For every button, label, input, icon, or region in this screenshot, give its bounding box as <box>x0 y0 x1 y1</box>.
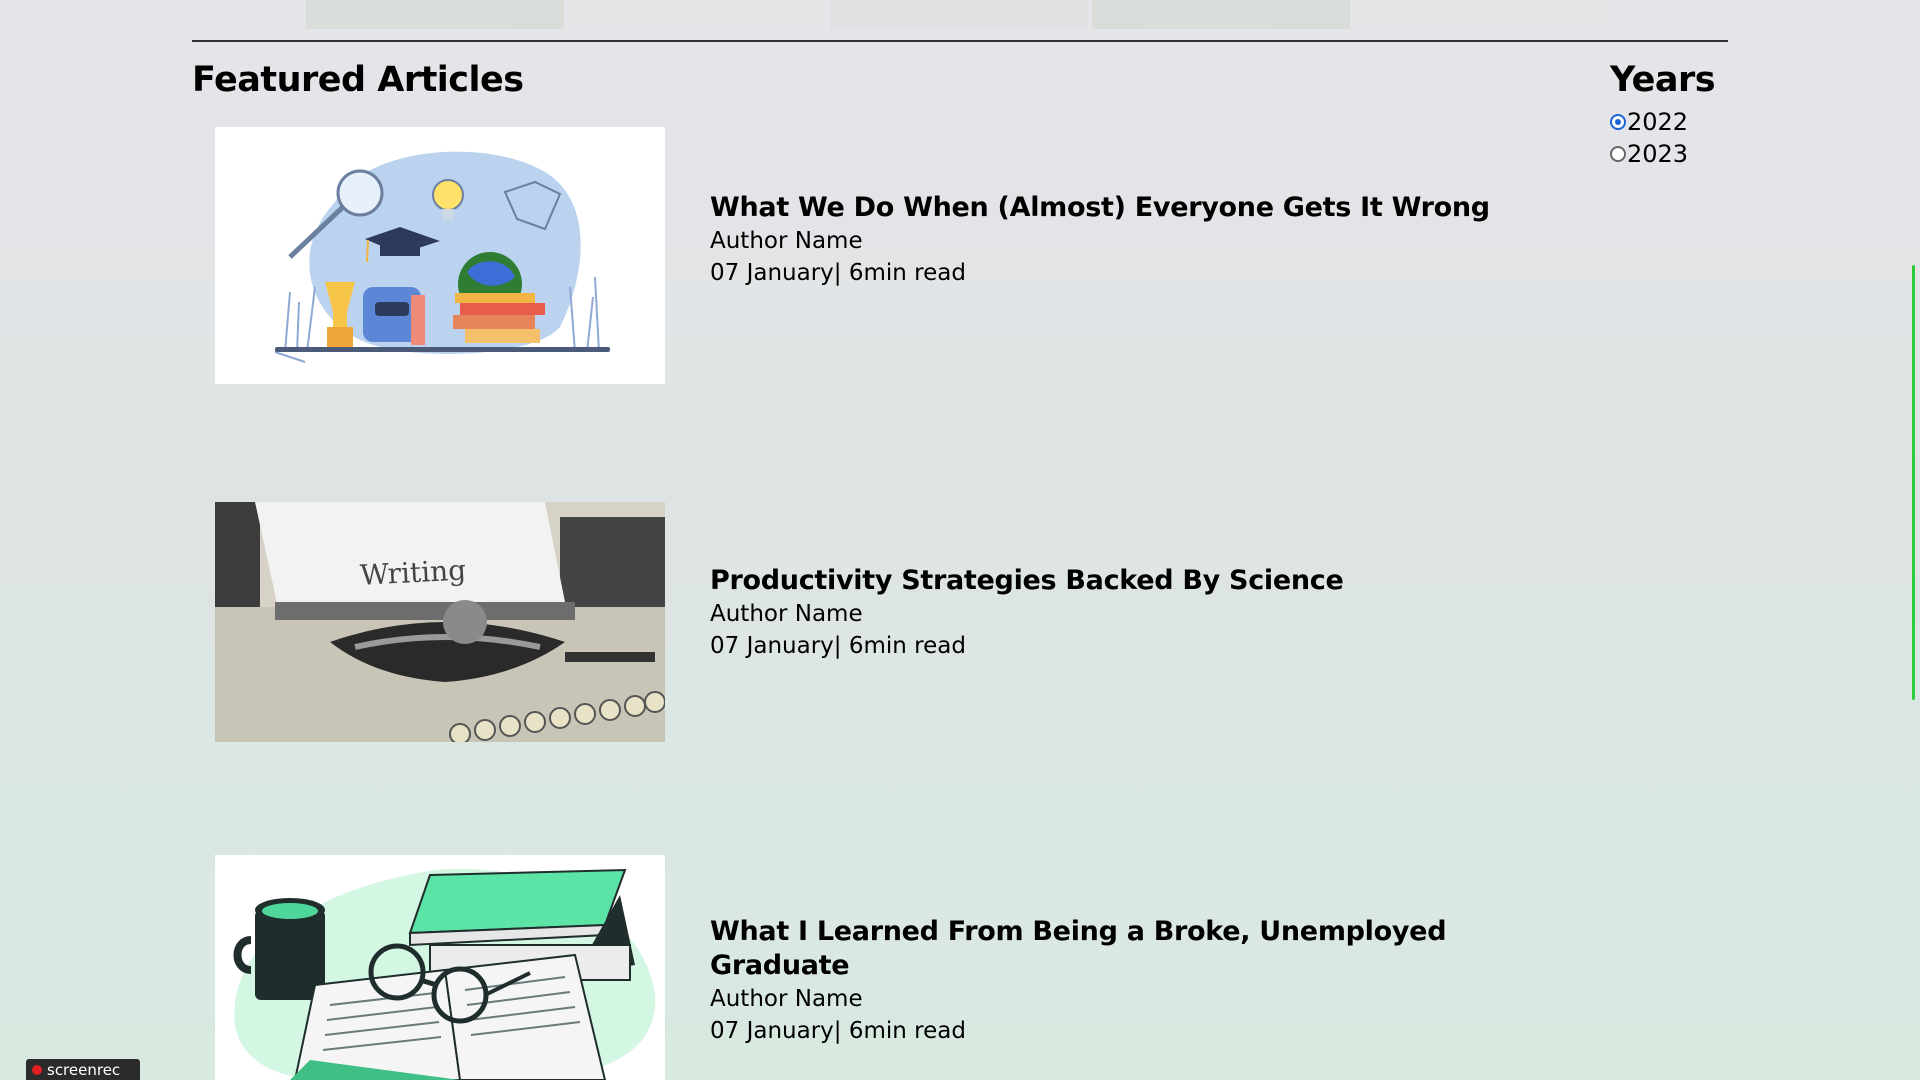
article-title[interactable]: What I Learned From Being a Broke, Unemp… <box>710 915 1515 983</box>
article-author: Author Name <box>710 986 863 1012</box>
section-title: Featured Articles <box>192 60 524 100</box>
typewriter-paper-text: Writing <box>359 553 467 592</box>
article-title[interactable]: What We Do When (Almost) Everyone Gets I… <box>710 191 1490 225</box>
record-dot-icon <box>32 1064 42 1075</box>
radio-checked-icon[interactable] <box>1610 114 1626 130</box>
top-image-strip <box>306 0 1612 29</box>
strip-thumbnail[interactable] <box>1354 0 1612 29</box>
strip-thumbnail[interactable] <box>568 0 826 29</box>
screenrec-badge: screenrec <box>26 1059 140 1080</box>
article-card[interactable]: What We Do When (Almost) Everyone Gets I… <box>215 127 1515 385</box>
article-image-typewriter[interactable]: Writing <box>215 502 665 742</box>
radio-unchecked-icon[interactable] <box>1610 146 1626 162</box>
scroll-indicator[interactable] <box>1912 265 1915 700</box>
strip-thumbnail[interactable] <box>830 0 1088 29</box>
article-image-education[interactable] <box>215 127 665 384</box>
article-meta: 07 January| 6min read <box>710 633 966 659</box>
article-meta: 07 January| 6min read <box>710 1018 966 1044</box>
years-filter: Years 2022 2023 <box>1610 60 1810 170</box>
article-card[interactable]: Writing Productivity Strategies Backed B… <box>215 502 1515 742</box>
top-divider <box>192 40 1728 42</box>
year-option-label: 2023 <box>1627 140 1689 168</box>
year-option-2022[interactable]: 2022 <box>1610 106 1810 138</box>
typewriter-photo: Writing <box>215 502 665 742</box>
years-filter-title: Years <box>1610 60 1716 100</box>
article-title[interactable]: Productivity Strategies Backed By Scienc… <box>710 564 1344 598</box>
strip-thumbnail[interactable] <box>306 0 564 29</box>
article-author: Author Name <box>710 228 863 254</box>
article-author: Author Name <box>710 601 863 627</box>
screenrec-label: screenrec <box>47 1060 121 1079</box>
books-illustration <box>215 855 665 1080</box>
year-option-2023[interactable]: 2023 <box>1610 138 1810 170</box>
article-image-books[interactable] <box>215 855 665 1080</box>
article-card[interactable]: What I Learned From Being a Broke, Unemp… <box>215 855 1515 1080</box>
education-illustration <box>215 127 665 384</box>
article-meta: 07 January| 6min read <box>710 260 966 286</box>
year-option-label: 2022 <box>1627 108 1689 136</box>
strip-thumbnail[interactable] <box>1092 0 1350 29</box>
